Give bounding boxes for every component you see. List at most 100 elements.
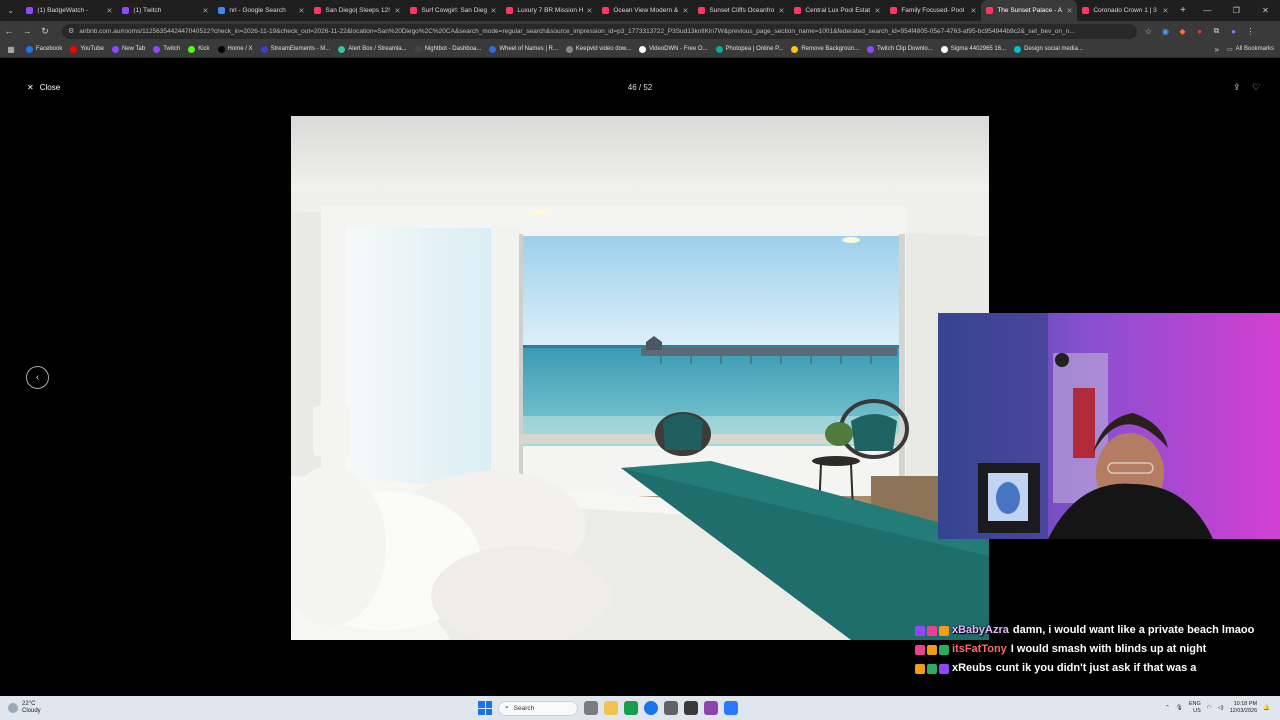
browser-tab[interactable]: Central Lux Pool Estat ✕ xyxy=(789,0,885,21)
bookmark-favicon-icon xyxy=(26,45,33,53)
tab-close-icon[interactable]: ✕ xyxy=(778,7,784,15)
heart-icon[interactable]: ♡ xyxy=(1252,82,1260,93)
chrome-icon[interactable] xyxy=(644,701,658,715)
chat-username[interactable]: itsFatTony xyxy=(952,640,1007,659)
bookmark-item[interactable]: Kick xyxy=(188,45,210,53)
bookmark-item[interactable]: Design social media... xyxy=(1014,45,1083,53)
xbox-icon[interactable] xyxy=(624,701,638,715)
bookmark-item[interactable]: Keepvid video dow... xyxy=(565,45,631,53)
menu-icon[interactable]: ⋮ xyxy=(1245,26,1256,37)
volume-icon[interactable]: ◁) xyxy=(1218,705,1224,711)
bookmark-item[interactable]: Alert Box / Streamla... xyxy=(338,45,407,53)
extension-icon[interactable]: ◆ xyxy=(1177,26,1188,37)
file-explorer-icon[interactable] xyxy=(604,701,618,715)
tab-favicon-icon xyxy=(698,7,706,14)
extension-icon[interactable]: ◉ xyxy=(1160,26,1171,37)
browser-tab[interactable]: Ocean View Modern & ✕ xyxy=(597,0,693,21)
tab-title: Family Focused- Pool xyxy=(901,7,965,14)
apps-grid-icon[interactable]: ▦ xyxy=(4,45,18,54)
tab-close-icon[interactable]: ✕ xyxy=(394,7,400,15)
share-icon[interactable]: ⇪ xyxy=(1233,82,1241,93)
bookmark-item[interactable]: Nightbot - Dashboa... xyxy=(414,45,481,53)
bookmark-item[interactable]: Facebook xyxy=(26,45,62,53)
extensions-puzzle-icon[interactable]: ⧉ xyxy=(1211,26,1222,37)
chat-badges xyxy=(915,621,949,640)
window-controls: — ❐ ✕ xyxy=(1193,0,1280,21)
previous-photo-button[interactable]: ‹ xyxy=(26,366,49,389)
start-button[interactable] xyxy=(478,701,492,715)
tab-close-icon[interactable]: ✕ xyxy=(970,7,976,15)
lang-bottom: US xyxy=(1193,708,1201,714)
browser-tab[interactable]: The Sunset Palace - A ✕ xyxy=(981,0,1078,21)
chat-username[interactable]: xBabyAzra xyxy=(952,621,1009,640)
tab-close-icon[interactable]: ✕ xyxy=(874,7,880,15)
mic-icon[interactable]: 🎙 xyxy=(1176,705,1183,711)
tab-title: Sunset Cliffs Oceanfro xyxy=(709,7,775,14)
wifi-icon[interactable]: ◠ xyxy=(1207,705,1212,711)
all-bookmarks-button[interactable]: ▭ All Bookmarks xyxy=(1227,46,1280,53)
photo-viewer: ✕ Close 46 / 52 ⇪ ♡ ‹ xBabyAzra damn, i … xyxy=(0,58,1280,696)
task-view-icon[interactable] xyxy=(584,701,598,715)
back-icon[interactable]: ← xyxy=(0,26,18,36)
bookmarks-overflow-icon[interactable]: » xyxy=(1207,45,1227,54)
tab-search-icon[interactable]: ⌄ xyxy=(0,0,21,21)
browser-tab[interactable]: nrl - Google Search ✕ xyxy=(213,0,309,21)
bookmark-favicon-icon xyxy=(111,45,119,53)
forward-icon[interactable]: → xyxy=(18,26,36,36)
tab-favicon-icon xyxy=(218,7,226,14)
extension-icon[interactable]: ● xyxy=(1194,26,1205,37)
app-icon[interactable] xyxy=(704,701,718,715)
bookmark-star-icon[interactable]: ☆ xyxy=(1143,26,1154,37)
browser-tab[interactable]: Family Focused- Pool ✕ xyxy=(885,0,981,21)
maximize-icon[interactable]: ❐ xyxy=(1222,0,1251,21)
tab-close-icon[interactable]: ✕ xyxy=(106,7,112,15)
bookmark-item[interactable]: Home / X xyxy=(217,45,253,53)
browser-tab[interactable]: (1) Twitch ✕ xyxy=(117,0,213,21)
bookmark-item[interactable]: StreamElements - M... xyxy=(260,45,330,53)
tab-title: Central Lux Pool Estat xyxy=(805,7,871,14)
bookmark-label: Photopea | Online P... xyxy=(725,46,784,52)
tab-close-icon[interactable]: ✕ xyxy=(298,7,304,15)
bookmark-item[interactable]: New Tab xyxy=(111,45,145,53)
bookmark-item[interactable]: Sigma 4402965 16... xyxy=(940,45,1006,53)
folder-icon: ▭ xyxy=(1226,46,1233,53)
tab-close-icon[interactable]: ✕ xyxy=(682,7,688,15)
minimize-icon[interactable]: — xyxy=(1193,0,1222,21)
bookmark-item[interactable]: Twitch xyxy=(153,45,180,53)
tab-close-icon[interactable]: ✕ xyxy=(490,7,496,15)
browser-tab[interactable]: Luxury 7 BR Mission H ✕ xyxy=(501,0,597,21)
browser-tab[interactable]: Surf Cowgirl: San Dieg ✕ xyxy=(405,0,501,21)
chat-username[interactable]: xReubs xyxy=(952,659,992,678)
app-icon[interactable] xyxy=(724,701,738,715)
close-window-icon[interactable]: ✕ xyxy=(1251,0,1280,21)
bookmark-item[interactable]: YouTube xyxy=(70,45,104,53)
notification-bell-icon[interactable]: 🔔 xyxy=(1263,705,1270,711)
weather-widget[interactable]: 22°C Cloudy xyxy=(0,701,120,715)
tabs: (1) BadgeWatch - ✕ (1) Twitch ✕ nrl - Googl… xyxy=(21,0,1173,21)
browser-tab[interactable]: Sunset Cliffs Oceanfro ✕ xyxy=(693,0,789,21)
browser-tab[interactable]: (1) BadgeWatch - ✕ xyxy=(21,0,117,21)
bookmark-item[interactable]: Remove Backgroun... xyxy=(791,45,859,53)
tab-close-icon[interactable]: ✕ xyxy=(202,7,208,15)
new-tab-button[interactable]: + xyxy=(1173,0,1192,21)
clock[interactable]: 10:18 PM 12/03/2026 xyxy=(1230,701,1258,715)
tab-close-icon[interactable]: ✕ xyxy=(1162,7,1168,15)
reload-icon[interactable]: ↻ xyxy=(36,26,54,37)
profile-avatar[interactable]: ● xyxy=(1228,26,1239,37)
app-icon[interactable] xyxy=(664,701,678,715)
bookmark-item[interactable]: Wheel of Names | R... xyxy=(489,45,558,53)
site-info-icon[interactable]: ⚙ xyxy=(68,27,74,35)
bookmark-item[interactable]: Twitch Clip Downlo... xyxy=(867,45,933,53)
browser-tab[interactable]: San Diego| Sleeps 12! ✕ xyxy=(309,0,405,21)
bookmark-item[interactable]: VideoDWN - Free O... xyxy=(638,45,708,53)
tab-close-icon[interactable]: ✕ xyxy=(1066,7,1072,15)
bookmark-item[interactable]: Photopea | Online P... xyxy=(715,45,784,53)
chevron-up-icon[interactable]: ⌃ xyxy=(1165,705,1170,711)
taskbar-search[interactable]: ⌕ Search xyxy=(498,700,578,716)
tab-close-icon[interactable]: ✕ xyxy=(586,7,592,15)
browser-tab[interactable]: Coronado Crown 1 | 3 ✕ xyxy=(1077,0,1173,21)
app-icon[interactable] xyxy=(684,701,698,715)
address-bar[interactable]: ⚙ airbnb.com.au/rooms/112563544244704051… xyxy=(62,23,1137,39)
tab-title: Surf Cowgirl: San Dieg xyxy=(421,7,488,14)
language-indicator[interactable]: ENG US xyxy=(1189,701,1201,715)
